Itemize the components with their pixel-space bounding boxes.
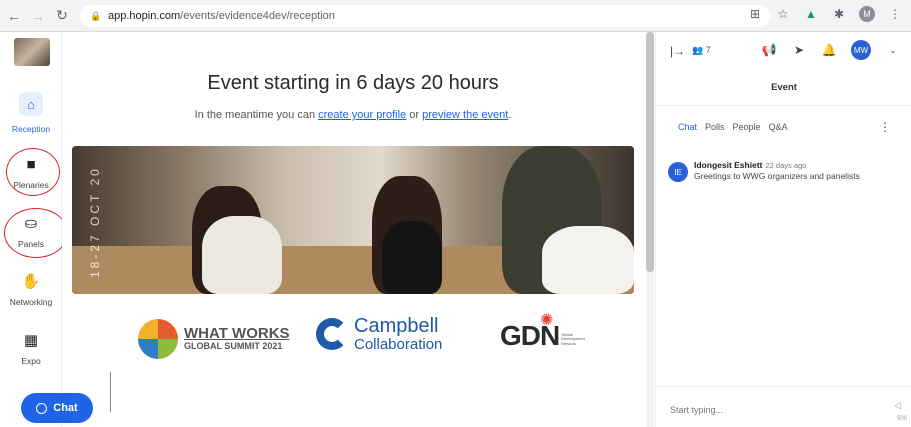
subtitle-text: In the meantime you can (194, 109, 316, 121)
sponsor-logos: WHAT WORKS GLOBAL SUMMIT 2021 Campbell C… (72, 294, 634, 394)
more-options-icon[interactable]: ⋮ (879, 120, 891, 134)
chevron-down-icon[interactable]: ⌄ (885, 42, 901, 58)
people-count: 👥 7 (692, 45, 711, 56)
chat-message: IE Idongesit Eshiett 22 days ago Greeting… (668, 160, 900, 183)
nav-expo-label: Expo (21, 356, 41, 366)
nav-reception-label: Reception (11, 124, 51, 134)
chat-input[interactable] (670, 400, 860, 420)
user-avatar[interactable]: MW (851, 40, 871, 60)
nav-networking[interactable]: ✋ Networking (0, 273, 62, 307)
address-bar[interactable]: 🔒 app.hopin.com/events/evidence4dev/rece… (80, 5, 770, 27)
annotation-circle (4, 208, 68, 258)
browser-toolbar: ← → ↻ 🔒 app.hopin.com/events/evidence4de… (0, 0, 911, 32)
send-message-icon[interactable]: ◁ (894, 400, 901, 411)
handshake-icon: ✋ (21, 273, 41, 290)
tab-people[interactable]: People (733, 122, 761, 132)
main-content: Event starting in 6 days 20 hours In the… (62, 32, 644, 427)
campbell-subtitle: Collaboration (354, 336, 443, 353)
scrollbar-thumb[interactable] (646, 32, 654, 272)
divider (656, 386, 911, 387)
banner-date: 18-27 OCT 20 (88, 166, 102, 278)
message-author[interactable]: Idongesit Eshiett (694, 160, 762, 170)
tab-qa[interactable]: Q&A (769, 122, 788, 132)
annotation-circle (6, 148, 60, 196)
tab-chat[interactable]: Chat (678, 122, 697, 132)
subtitle-text: or (409, 109, 420, 121)
nav-expo[interactable]: ▦ Expo (0, 332, 62, 366)
divider (110, 372, 111, 412)
nav-networking-label: Networking (9, 297, 53, 307)
event-banner-image: 18-27 OCT 20 (72, 146, 634, 294)
drive-icon[interactable]: ▲ (803, 6, 819, 22)
message-avatar[interactable]: IE (668, 162, 688, 182)
message-time: 22 days ago (765, 161, 807, 170)
what-works-logo: WHAT WORKS GLOBAL SUMMIT 2021 (138, 319, 290, 359)
home-icon: ⌂ (27, 96, 35, 112)
profile-avatar[interactable]: M (859, 6, 875, 22)
chat-button[interactable]: Chat (21, 393, 93, 423)
gdn-logo: ✺ GDN Global Development Network (500, 312, 585, 352)
subtitle-text: . (508, 109, 512, 121)
bell-icon[interactable]: 🔔 (821, 42, 837, 58)
more-icon[interactable]: ⋮ (887, 6, 903, 22)
lock-icon: 🔒 (90, 11, 102, 21)
chat-bubble-icon (36, 402, 48, 414)
wwg-subtitle: GLOBAL SUMMIT 2021 (184, 341, 283, 352)
collapse-panel-icon[interactable]: |→ (670, 44, 685, 58)
reload-icon[interactable]: ↻ (52, 6, 72, 26)
qr-icon[interactable]: ⊞ (747, 6, 763, 22)
left-navigation: ⌂ Reception ■ Plenaries ⛀ Panels ✋ Netwo… (0, 32, 68, 427)
tab-polls[interactable]: Polls (705, 122, 725, 132)
preview-event-link[interactable]: preview the event (422, 109, 508, 121)
booth-icon: ▦ (23, 332, 39, 349)
event-thumbnail[interactable] (14, 38, 50, 66)
extensions-icon[interactable]: ✱ (831, 6, 847, 22)
char-count: 500 (896, 416, 907, 422)
people-icon: 👥 (692, 45, 704, 55)
gdn-star-icon: ✺ (540, 312, 554, 329)
page-title: Event starting in 6 days 20 hours (207, 72, 499, 94)
panel-tabs: Chat Polls People Q&A (678, 122, 788, 132)
gdn-subtitle: Global Development Network (561, 331, 585, 346)
url-text: app.hopin.com/events/evidence4dev/recept… (108, 10, 335, 22)
right-panel: |→ 👥 7 📢 ➤ 🔔 MW ⌄ Event Chat Polls Peopl… (655, 32, 911, 427)
send-icon[interactable]: ➤ (791, 42, 807, 58)
page-subtitle: In the meantime you can create your prof… (62, 109, 644, 121)
panel-title: Event (771, 82, 797, 93)
megaphone-icon[interactable]: 📢 (761, 42, 777, 58)
star-icon[interactable]: ☆ (775, 6, 791, 22)
wwg-title: WHAT WORKS (184, 324, 290, 342)
campbell-title: Campbell (354, 315, 439, 337)
create-profile-link[interactable]: create your profile (318, 109, 406, 121)
campbell-logo: Campbell Collaboration (316, 316, 442, 353)
chat-button-label: Chat (53, 402, 78, 414)
people-count-value: 7 (705, 45, 711, 55)
forward-icon[interactable]: → (28, 6, 48, 26)
divider (656, 105, 911, 106)
nav-reception[interactable]: ⌂ Reception (0, 92, 62, 134)
back-icon[interactable]: ← (4, 6, 24, 26)
message-text: Greetings to WWG organizers and panelist… (694, 171, 860, 182)
